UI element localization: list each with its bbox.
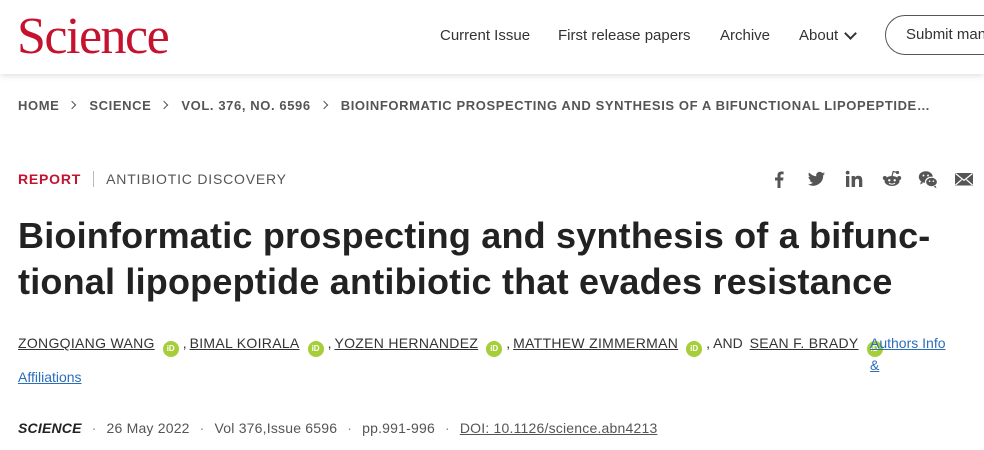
author-link[interactable]: YOZEN HERNANDEZ [334,335,478,351]
orcid-icon[interactable]: iD [486,341,503,357]
page-range: pp.991-996 [362,420,435,436]
nav-about[interactable]: About [799,26,858,46]
reddit-icon[interactable] [881,168,903,190]
science-logo[interactable]: Science [17,8,170,66]
author-list: ZONGQIANG WANG iD, BIMAL KOIRALA iD, YOZEN H… [18,332,958,385]
affiliations-link[interactable]: Affiliations [18,366,82,388]
article-topic[interactable]: ANTIBIOTIC DISCOVERY [106,171,287,187]
article-type: REPORT [18,171,82,187]
publication-info: SCIENCE · 26 May 2022 · Vol 376,Issue 65… [18,420,658,436]
chevron-right-icon [319,100,328,110]
nav-archive[interactable]: Archive [720,26,770,46]
publication-date: 26 May 2022 [106,420,190,436]
orcid-icon[interactable]: iD [162,341,179,357]
chevron-right-icon [160,100,169,110]
breadcrumb-volume[interactable]: VOL. 376, NO. 6596 [181,98,310,113]
doi-link[interactable]: DOI: 10.1126/science.abn4213 [460,420,658,436]
author-link[interactable]: MATTHEW ZIMMERMAN [513,335,678,351]
chevron-down-icon [844,27,858,40]
site-header: Science Current Issue First release pape… [0,0,984,74]
author-link[interactable]: ZONGQIANG WANG [18,335,155,351]
nav-about-label: About [799,27,839,44]
article-title-line-2: tional lipopeptide antibiotic that evade… [18,261,893,302]
authors-info-link[interactable]: Authors Info & [870,332,958,376]
wechat-icon[interactable] [917,168,939,190]
twitter-icon[interactable] [805,168,827,190]
divider [93,171,95,187]
article-title: Bioinformatic prospecting and synthesis … [18,213,948,305]
breadcrumb-science[interactable]: SCIENCE [89,98,151,113]
chevron-right-icon [68,100,77,110]
and-separator: , AND [706,335,743,351]
linkedin-icon[interactable] [843,168,865,190]
orcid-icon[interactable]: iD [686,341,703,357]
email-icon[interactable] [953,168,975,190]
breadcrumb-home[interactable]: HOME [18,98,59,113]
author-link[interactable]: BIMAL KOIRALA [190,335,300,351]
nav-first-release-papers[interactable]: First release papers [558,26,691,46]
journal-name[interactable]: SCIENCE [18,420,82,436]
article-meta: REPORT ANTIBIOTIC DISCOVERY [18,170,287,188]
breadcrumb: HOME SCIENCE VOL. 376, NO. 6596 BIOINFOR… [18,95,930,115]
author-link[interactable]: SEAN F. BRADY [750,335,859,351]
breadcrumb-current: BIOINFORMATIC PROSPECTING AND SYNTHESIS … [340,97,931,113]
article-title-line-1: Bioinformatic prospecting and synthesis … [18,215,931,256]
volume-issue[interactable]: Vol 376,Issue 6596 [215,420,338,436]
facebook-icon[interactable] [768,168,790,190]
nav-current-issue[interactable]: Current Issue [440,26,530,46]
submit-manuscript-button[interactable]: Submit manuscript [885,15,984,55]
orcid-icon[interactable]: iD [307,341,324,357]
